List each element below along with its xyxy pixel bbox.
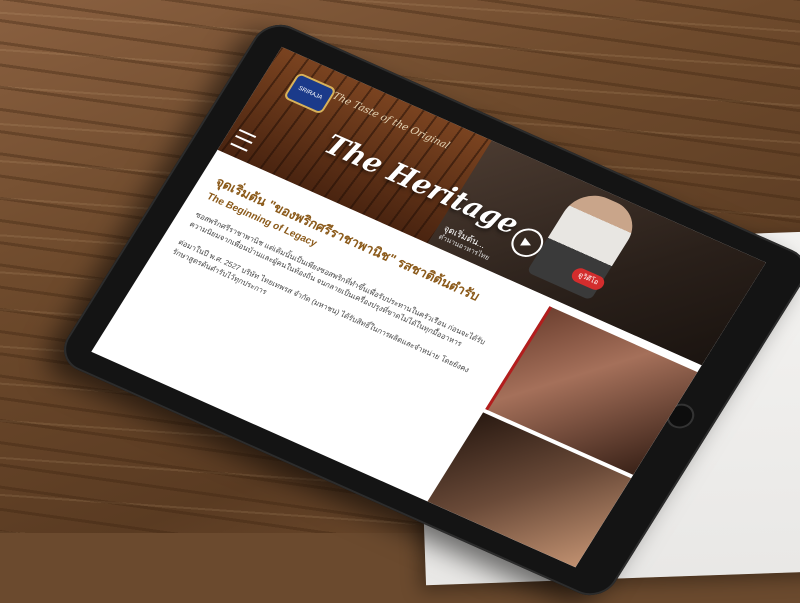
article-paragraph: ต่อมาในปี พ.ศ. 2527 บริษัท ไทยเทพรส จำกั… bbox=[170, 237, 472, 375]
